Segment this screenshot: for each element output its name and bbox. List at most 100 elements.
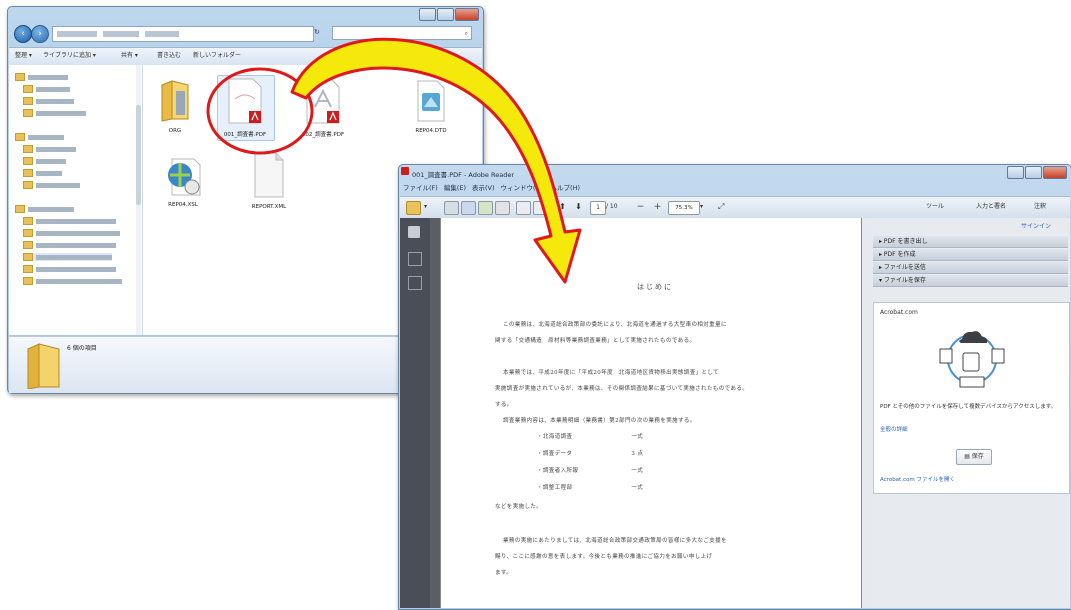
- signin-link[interactable]: サインイン: [1021, 221, 1051, 230]
- tools-tab[interactable]: ツール: [926, 201, 956, 213]
- search-icon: ⌕: [464, 30, 468, 37]
- nav-item[interactable]: [23, 277, 122, 285]
- doc-line: ・調査者入所報 一式: [537, 468, 644, 474]
- maximize-button[interactable]: [437, 8, 454, 21]
- nav-item[interactable]: [15, 73, 68, 81]
- file-item-xml[interactable]: REPORT.XML: [239, 151, 299, 210]
- share-button[interactable]: 共有 ▾: [121, 51, 138, 61]
- panel-section[interactable]: ▸ PDF を書き出し: [873, 236, 1068, 248]
- nav-item[interactable]: [23, 241, 116, 249]
- section-label: ファイルを保存: [883, 277, 926, 284]
- fit-page-icon[interactable]: ⤢: [718, 201, 731, 213]
- forward-button[interactable]: ›: [31, 25, 49, 43]
- minimize-button[interactable]: [1007, 166, 1024, 179]
- nav-item-selected[interactable]: [23, 253, 112, 261]
- nav-item[interactable]: [23, 217, 116, 225]
- file-name: ORG: [168, 128, 182, 134]
- nav-item[interactable]: [23, 109, 86, 117]
- zoom-out-icon[interactable]: −: [634, 201, 647, 213]
- save-button[interactable]: ▤ 保存: [956, 449, 992, 465]
- file-name: 001_調査書.PDF: [223, 132, 267, 138]
- search-input[interactable]: ⌕: [332, 26, 472, 40]
- attachments-icon[interactable]: [408, 276, 422, 290]
- doc-line: する。: [495, 402, 513, 408]
- file-name: REP04.XSL: [168, 202, 198, 208]
- zoom-in-icon[interactable]: +: [651, 201, 664, 213]
- menu-edit[interactable]: 編集(E): [444, 182, 466, 192]
- menu-window[interactable]: ウィンドウ(W): [501, 182, 545, 192]
- doc-line: などを実施した。: [495, 504, 543, 510]
- panel-section[interactable]: ▸ ファイルを送信: [873, 262, 1068, 274]
- menu-file[interactable]: ファイル(F): [403, 182, 438, 192]
- minimize-button[interactable]: [419, 8, 436, 21]
- doc-line: 賜り、ここに感謝の意を表します。今後とも業務の推進にご協力をお願い申し上げ: [495, 554, 713, 560]
- bookmarks-icon[interactable]: [408, 252, 422, 266]
- comment-tab[interactable]: 注釈: [1034, 201, 1060, 213]
- explorer-titlebar[interactable]: [8, 7, 483, 21]
- comment-icon[interactable]: [495, 201, 510, 215]
- maximize-button[interactable]: [1025, 166, 1042, 179]
- adobe-reader-window: 001_調査書.PDF - Adobe Reader ファイル(F) 編集(E)…: [398, 164, 1071, 610]
- back-button[interactable]: ‹: [14, 25, 32, 43]
- open-acrobat-link[interactable]: Acrobat.com ファイルを開く: [880, 475, 955, 483]
- burn-button[interactable]: 書き込む: [157, 51, 181, 61]
- item-count: 6 個の項目: [67, 345, 97, 352]
- doc-line: 関する「交通構造 原材料等業務調査業務」として実施されたものである。: [495, 338, 696, 344]
- acrobat-label: Acrobat.com: [880, 309, 918, 316]
- save-icon[interactable]: [461, 201, 476, 215]
- nav-item[interactable]: [15, 133, 64, 141]
- explorer-toolbar: 整理 ▾ ライブラリに追加 ▾ 共有 ▾ 書き込む 新しいフォルダー: [9, 47, 482, 66]
- nav-item[interactable]: [23, 157, 66, 165]
- save-files-box: Acrobat.com PDF とその他のファイルを保存して複数デバイスからアク…: [873, 302, 1070, 494]
- address-bar[interactable]: [52, 26, 314, 42]
- print2-icon[interactable]: [516, 201, 531, 215]
- doc-line: ・北海道調査 一式: [537, 434, 644, 440]
- organize-button[interactable]: 整理 ▾: [15, 51, 32, 61]
- fill-sign-tab[interactable]: 入力と署名: [976, 201, 1020, 213]
- refresh-icon[interactable]: ↻: [314, 28, 320, 36]
- panel-section-open[interactable]: ▾ ファイルを保存: [873, 275, 1068, 287]
- page-view-icon[interactable]: [533, 201, 548, 215]
- cloud-devices-icon: [939, 331, 1005, 388]
- nav-scrollbar[interactable]: [136, 65, 141, 335]
- document-scrollbar[interactable]: [862, 218, 871, 608]
- email-icon[interactable]: [478, 201, 493, 215]
- print-icon[interactable]: [444, 201, 459, 215]
- file-name: 002_調査書.PDF: [301, 132, 345, 138]
- menu-bar: ファイル(F) 編集(E) 表示(V) ウィンドウ(W) ヘルプ(H): [403, 182, 1063, 192]
- close-button[interactable]: [1043, 166, 1067, 179]
- file-item-002-pdf[interactable]: 002_調査書.PDF: [293, 77, 353, 138]
- save-icon: ▤: [964, 453, 972, 460]
- page-number-input[interactable]: 1: [590, 201, 606, 215]
- file-item-xsl[interactable]: REP04.XSL: [153, 153, 213, 208]
- doc-line: 業務の実施にあたりましては、北海道総合政策部交通政策局の皆様に多大なご支援を: [503, 538, 727, 544]
- nav-item[interactable]: [23, 145, 76, 153]
- menu-view[interactable]: 表示(V): [472, 182, 495, 192]
- nav-item[interactable]: [23, 265, 116, 273]
- create-icon[interactable]: ▾: [424, 201, 437, 213]
- nav-item[interactable]: [23, 97, 74, 105]
- nav-item[interactable]: [23, 229, 120, 237]
- new-folder-button[interactable]: 新しいフォルダー: [193, 51, 241, 61]
- nav-item[interactable]: [23, 85, 70, 93]
- save-button-label: 保存: [971, 453, 984, 460]
- zoom-dropdown-icon[interactable]: ▾: [700, 201, 708, 213]
- learn-more-link[interactable]: 全般の詳細: [880, 425, 908, 433]
- nav-item[interactable]: [15, 205, 74, 213]
- page-thumbnails-icon[interactable]: [408, 226, 420, 238]
- open-icon[interactable]: [406, 201, 421, 215]
- nav-item[interactable]: [23, 181, 80, 189]
- menu-help[interactable]: ヘルプ(H): [551, 182, 580, 192]
- prev-page-icon[interactable]: ⬆: [556, 201, 569, 213]
- file-item-dtd[interactable]: REP04.DTD: [401, 79, 461, 134]
- next-page-icon[interactable]: ⬇: [572, 201, 585, 213]
- zoom-select[interactable]: 75.3%: [668, 201, 700, 215]
- panel-section[interactable]: ▸ PDF を作成: [873, 249, 1068, 261]
- close-button[interactable]: [455, 8, 479, 21]
- file-item-001-pdf[interactable]: 001_調査書.PDF: [215, 75, 275, 141]
- nav-item[interactable]: [23, 169, 62, 177]
- add-to-library-button[interactable]: ライブラリに追加 ▾: [43, 51, 96, 61]
- pdf-file-icon: [228, 78, 262, 124]
- reader-title: 001_調査書.PDF - Adobe Reader: [412, 171, 514, 179]
- file-item-org[interactable]: ORG: [145, 79, 205, 134]
